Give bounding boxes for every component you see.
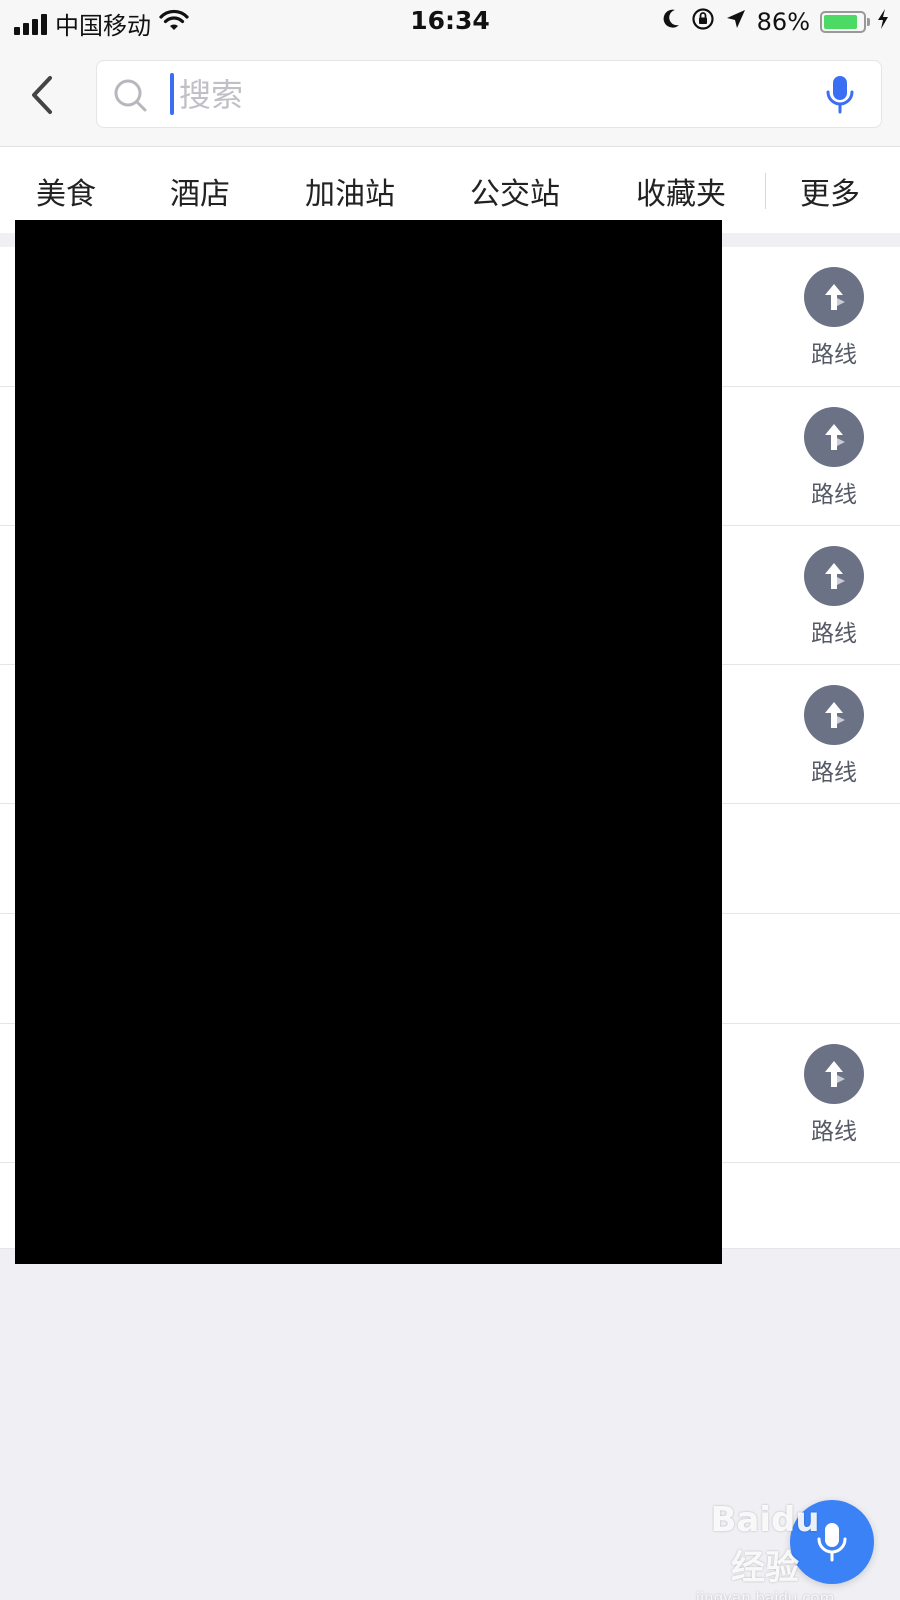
category-favorites[interactable]: 收藏夹 [636,169,726,213]
watermark: Baidu 经验 jingyan.baidu.com [690,1500,840,1600]
route-arrow-icon [804,267,864,327]
status-right: 86% [661,7,890,37]
category-gas-station[interactable]: 加油站 [305,169,395,213]
battery-percent: 86% [756,8,810,36]
route-button[interactable]: 路线 [788,685,880,787]
battery-icon [820,11,870,33]
charging-icon [876,8,890,36]
category-hotel[interactable]: 酒店 [170,169,230,213]
chevron-left-icon [32,76,52,114]
location-arrow-icon [725,8,747,36]
battery-level-fill [824,15,857,29]
route-label: 路线 [811,482,857,508]
route-button[interactable]: 路线 [788,546,880,648]
watermark-sub: jingyan.baidu.com [695,1589,835,1600]
route-arrow-icon [804,1044,864,1104]
category-divider [765,173,766,209]
status-bar: 中国移动 16:34 86% [0,0,900,46]
app-screen: 中国移动 16:34 86% 搜索 美食 酒店 加油站 公交站 收藏夹 更多 路… [0,0,900,1600]
back-button[interactable] [22,70,62,120]
microphone-icon[interactable] [825,74,855,120]
route-button[interactable]: 路线 [788,1044,880,1146]
rotation-lock-icon [691,7,715,37]
route-arrow-icon [804,685,864,745]
category-more[interactable]: 更多 [800,169,860,213]
watermark-main: Baidu 经验 [710,1500,820,1588]
route-arrow-icon [804,546,864,606]
category-food[interactable]: 美食 [36,169,96,213]
moon-icon [661,8,681,36]
route-label: 路线 [811,621,857,647]
search-box[interactable] [96,60,882,128]
search-header [0,46,900,147]
redacted-block [15,220,722,1264]
route-label: 路线 [811,760,857,786]
route-button[interactable]: 路线 [788,407,880,509]
text-cursor [170,73,174,115]
route-label: 路线 [811,1119,857,1145]
route-label: 路线 [811,342,857,368]
route-button[interactable]: 路线 [788,267,880,369]
category-bus-stop[interactable]: 公交站 [470,169,560,213]
route-arrow-icon [804,407,864,467]
search-input[interactable] [177,69,781,121]
search-icon [111,76,151,120]
